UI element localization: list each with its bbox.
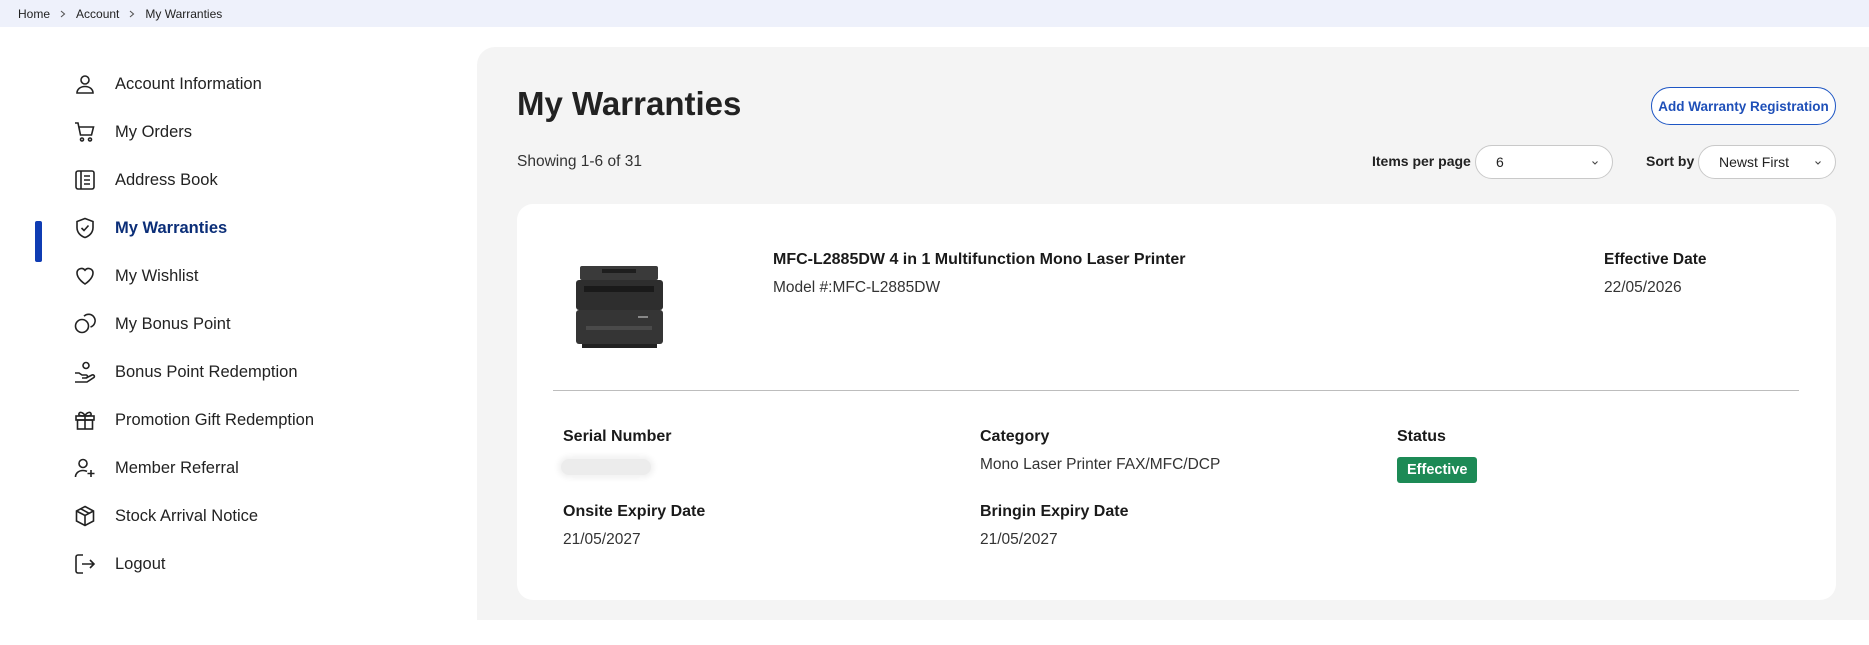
serial-number-label: Serial Number	[563, 428, 672, 445]
card-divider	[553, 390, 1799, 391]
sidebar-item-stock-arrival-notice[interactable]: Stock Arrival Notice	[72, 501, 258, 531]
chevron-right-icon	[128, 10, 136, 18]
account-sidebar: Account Information My Orders Address Bo…	[0, 27, 477, 645]
main-panel: My Warranties Add Warranty Registration …	[477, 47, 1869, 620]
sidebar-item-label: My Orders	[115, 122, 193, 141]
sidebar-item-label: Account Information	[115, 74, 262, 93]
sidebar-item-label: Bonus Point Redemption	[115, 362, 298, 381]
gift-icon	[72, 407, 98, 433]
status-badge: Effective	[1397, 457, 1478, 483]
sidebar-item-label: Stock Arrival Notice	[115, 506, 259, 525]
chevron-down-icon	[1815, 161, 1821, 165]
sort-by-label: Sort by	[1646, 153, 1695, 169]
breadcrumb-current: My Warranties	[145, 6, 223, 21]
items-per-page-value: 6	[1496, 154, 1504, 170]
breadcrumb-home[interactable]: Home	[18, 7, 50, 21]
coins-icon	[72, 311, 98, 337]
printer-product-image	[576, 266, 663, 348]
address-book-icon	[72, 167, 98, 193]
items-per-page-label: Items per page	[1372, 153, 1471, 169]
breadcrumb: Home Account My Warranties	[0, 0, 1869, 27]
bringin-expiry-label: Bringin Expiry Date	[980, 503, 1129, 520]
sidebar-item-my-orders[interactable]: My Orders	[72, 117, 192, 147]
warranty-card: MFC-L2885DW 4 in 1 Multifunction Mono La…	[517, 204, 1836, 600]
sidebar-item-my-bonus-point[interactable]: My Bonus Point	[72, 309, 231, 339]
product-model: Model #:MFC-L2885DW	[773, 279, 941, 296]
user-plus-icon	[72, 455, 98, 481]
box-icon	[72, 503, 98, 529]
status-label: Status	[1397, 428, 1446, 445]
sidebar-item-label: Address Book	[115, 170, 218, 189]
breadcrumb-account[interactable]: Account	[76, 7, 119, 21]
sidebar-item-label: My Bonus Point	[115, 314, 231, 333]
sidebar-item-label: Promotion Gift Redemption	[115, 410, 315, 429]
logout-icon	[72, 551, 98, 577]
sidebar-item-label: Logout	[115, 554, 166, 573]
hand-coin-icon	[72, 359, 98, 385]
effective-date-value: 22/05/2026	[1604, 279, 1682, 296]
sidebar-item-label: Member Referral	[115, 458, 239, 477]
active-indicator	[35, 221, 42, 262]
sidebar-item-member-referral[interactable]: Member Referral	[72, 453, 239, 483]
page-title: My Warranties	[517, 85, 742, 122]
sidebar-item-bonus-point-redemption[interactable]: Bonus Point Redemption	[72, 357, 298, 387]
shield-check-icon	[72, 215, 98, 241]
cart-icon	[72, 119, 98, 145]
bringin-expiry-value: 21/05/2027	[980, 531, 1058, 548]
sidebar-item-account-information[interactable]: Account Information	[72, 69, 262, 99]
category-value: Mono Laser Printer FAX/MFC/DCP	[980, 456, 1221, 473]
sidebar-item-label: My Warranties	[115, 218, 228, 237]
chevron-down-icon	[1592, 161, 1598, 165]
chevron-right-icon	[59, 10, 67, 18]
serial-number-redacted	[561, 459, 651, 475]
sidebar-item-my-warranties[interactable]: My Warranties	[72, 213, 227, 243]
product-name: MFC-L2885DW 4 in 1 Multifunction Mono La…	[773, 251, 1186, 268]
add-warranty-registration-button[interactable]: Add Warranty Registration	[1651, 87, 1836, 125]
heart-icon	[72, 263, 98, 289]
sort-by-select[interactable]: Newst First	[1698, 145, 1836, 179]
sidebar-item-label: My Wishlist	[115, 266, 199, 285]
sidebar-item-address-book[interactable]: Address Book	[72, 165, 218, 195]
results-count: Showing 1-6 of 31	[517, 153, 642, 170]
user-icon	[72, 71, 98, 97]
sidebar-item-my-wishlist[interactable]: My Wishlist	[72, 261, 198, 291]
items-per-page-select[interactable]: 6	[1475, 145, 1613, 179]
category-label: Category	[980, 428, 1050, 445]
sidebar-item-logout[interactable]: Logout	[72, 549, 165, 579]
onsite-expiry-value: 21/05/2027	[563, 531, 641, 548]
sidebar-item-promotion-gift-redemption[interactable]: Promotion Gift Redemption	[72, 405, 314, 435]
onsite-expiry-label: Onsite Expiry Date	[563, 503, 706, 520]
sort-by-value: Newst First	[1719, 154, 1789, 170]
effective-date-label: Effective Date	[1604, 251, 1707, 268]
